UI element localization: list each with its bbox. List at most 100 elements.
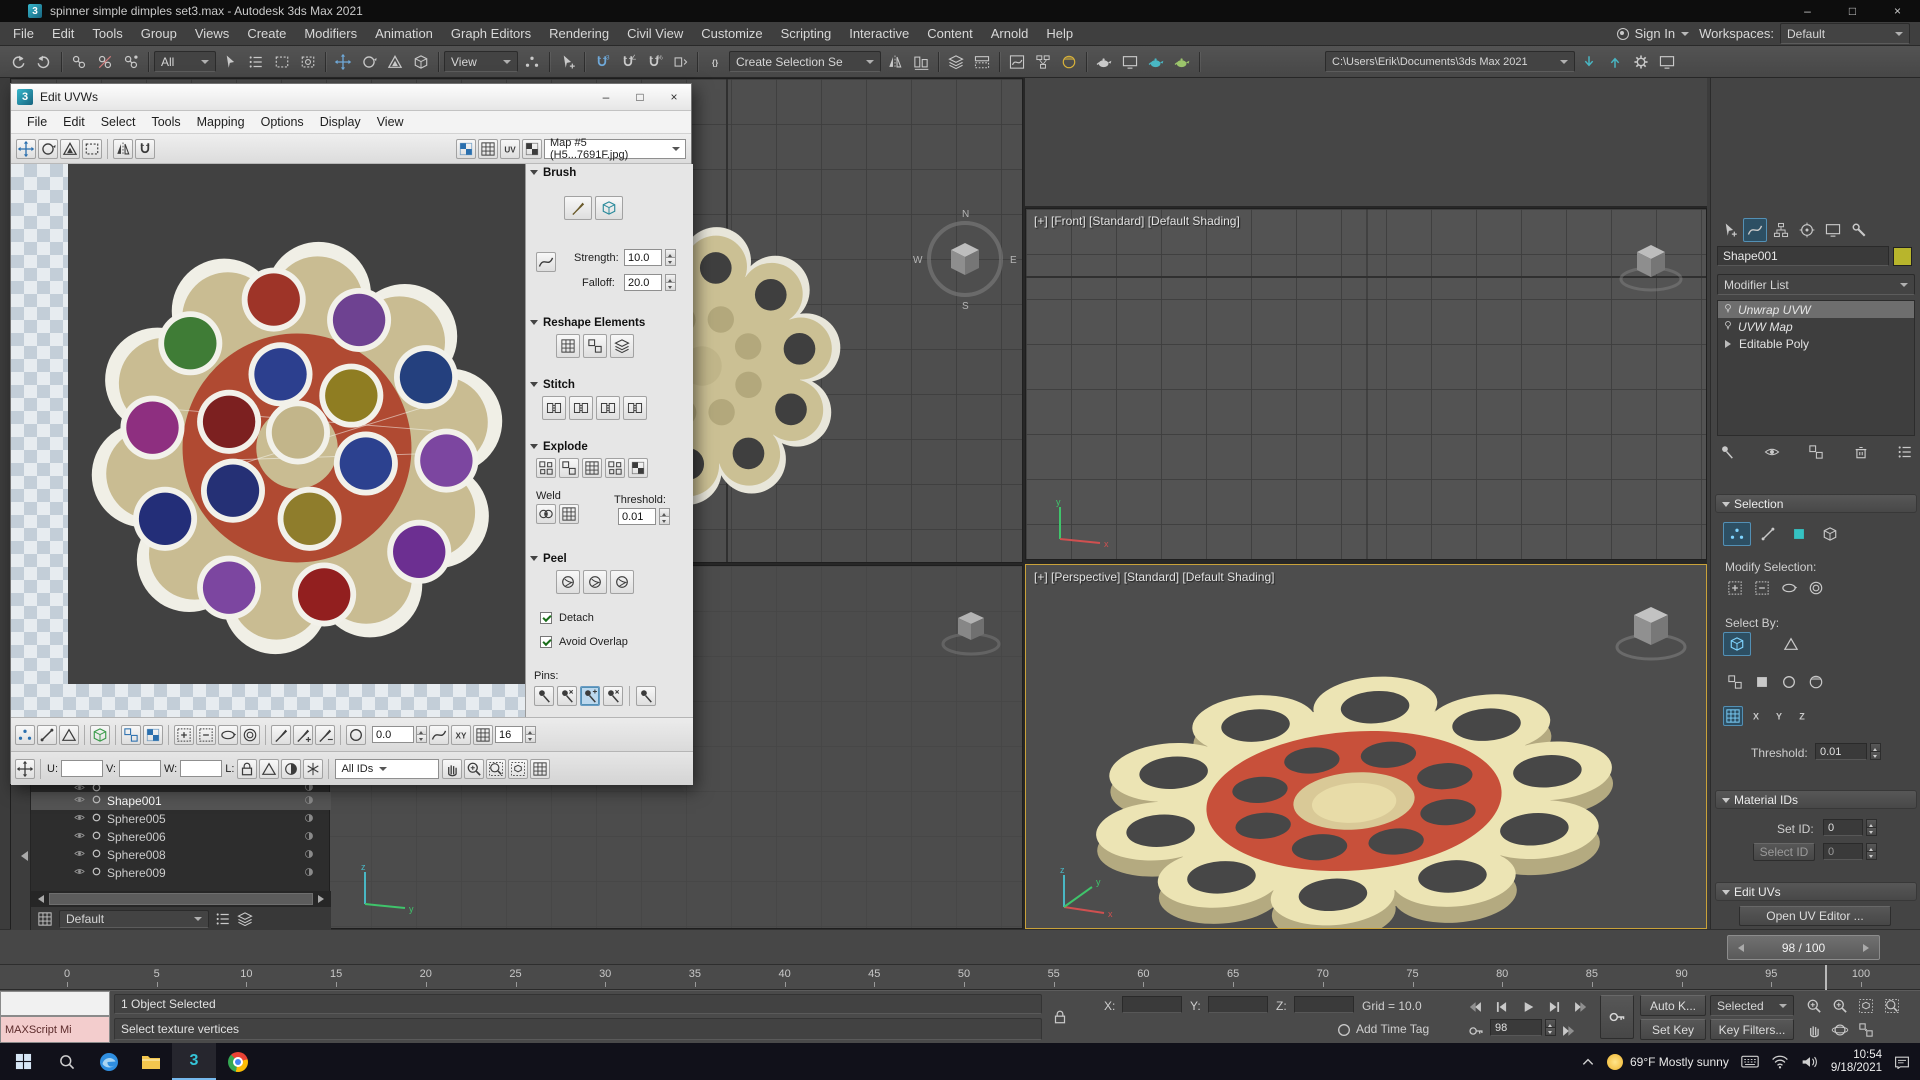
collapse-arrow-icon[interactable] xyxy=(16,851,28,861)
uv-scale-icon[interactable] xyxy=(60,138,80,159)
visibility-eye-icon[interactable] xyxy=(73,793,86,809)
select-by-map-icon[interactable] xyxy=(1804,670,1828,694)
menu-item-tools[interactable]: Tools xyxy=(83,22,131,45)
falloff-value-spinner[interactable] xyxy=(416,726,427,743)
menu-item-content[interactable]: Content xyxy=(918,22,982,45)
zoom-region-icon[interactable] xyxy=(486,758,507,779)
planar-angle-toggle-icon[interactable] xyxy=(1777,632,1805,656)
grid-size-field[interactable]: 16 xyxy=(495,726,523,743)
explode-section-title[interactable]: Explode xyxy=(543,441,588,453)
lock-selected-icon[interactable] xyxy=(237,758,258,779)
uv-texture-map[interactable] xyxy=(11,164,526,717)
visibility-eye-icon[interactable] xyxy=(73,829,86,845)
mirror-icon[interactable] xyxy=(883,50,907,74)
stitch-average-icon[interactable] xyxy=(569,396,593,420)
select-manipulate-icon[interactable] xyxy=(555,50,579,74)
menu-item-views[interactable]: Views xyxy=(186,22,238,45)
render-toggle-icon[interactable] xyxy=(303,848,315,863)
render-toggle-icon[interactable] xyxy=(303,866,315,881)
curve-editor-icon[interactable] xyxy=(1005,50,1029,74)
orbit-button[interactable] xyxy=(1828,1018,1852,1042)
render-toggle-icon[interactable] xyxy=(303,794,315,809)
stitch-target-icon[interactable] xyxy=(623,396,647,420)
detach-checkbox[interactable] xyxy=(540,612,552,624)
viewport-front[interactable]: [+] [Front] [Standard] [Default Shading]… xyxy=(1025,208,1707,560)
viewport-perspective[interactable]: [+] [Perspective] [Standard] [Default Sh… xyxy=(1025,564,1707,929)
polygon-subobject-icon[interactable] xyxy=(1785,522,1813,546)
unpin-tool-icon[interactable] xyxy=(557,686,577,706)
add-time-tag-label[interactable]: Add Time Tag xyxy=(1356,1022,1429,1036)
tab-motion[interactable] xyxy=(1795,218,1819,242)
render-toggle-icon[interactable] xyxy=(303,785,315,792)
tab-utilities[interactable] xyxy=(1847,218,1871,242)
select-object-icon[interactable] xyxy=(218,50,242,74)
scroll-left-button[interactable] xyxy=(31,892,47,906)
minimize-button[interactable]: – xyxy=(1785,0,1830,22)
pan-button[interactable] xyxy=(1802,1018,1826,1042)
pan-view-icon[interactable] xyxy=(442,758,463,779)
u-field[interactable] xyxy=(61,760,103,777)
menu-item-modifiers[interactable]: Modifiers xyxy=(295,22,366,45)
render-production-icon[interactable] xyxy=(1144,50,1168,74)
configure-modifier-sets-icon[interactable] xyxy=(1895,442,1915,462)
texture-checker-icon[interactable] xyxy=(522,138,542,159)
edit-named-selections-icon[interactable]: {} xyxy=(703,50,727,74)
map-select[interactable]: Map #5 (H5...7691F.jpg) xyxy=(544,137,686,161)
snap-grid-icon[interactable] xyxy=(530,758,551,779)
edge-subobject-icon[interactable] xyxy=(1754,522,1782,546)
hide-selected-icon[interactable] xyxy=(281,758,302,779)
compass-north[interactable]: N xyxy=(962,209,969,220)
render-toggle-icon[interactable] xyxy=(303,812,315,827)
current-frame-field[interactable]: 98 xyxy=(1490,1019,1542,1036)
peel-section-title[interactable]: Peel xyxy=(543,553,567,565)
menu-item-graph-editors[interactable]: Graph Editors xyxy=(442,22,540,45)
uvw-menu-view[interactable]: View xyxy=(369,115,412,129)
paint-select-add-icon[interactable] xyxy=(293,724,313,745)
uvw-menu-file[interactable]: File xyxy=(19,115,55,129)
z-coordinate-field[interactable] xyxy=(1294,996,1354,1013)
search-button[interactable] xyxy=(46,1043,88,1080)
touch-keyboard-icon[interactable] xyxy=(1741,1055,1759,1069)
target-weld-icon[interactable] xyxy=(559,504,579,524)
zoom-view-icon[interactable] xyxy=(464,758,485,779)
compass-south[interactable]: S xyxy=(962,301,969,312)
minimize-button[interactable]: – xyxy=(589,84,623,110)
grow-selection-icon[interactable] xyxy=(1723,576,1747,600)
menu-item-arnold[interactable]: Arnold xyxy=(982,22,1038,45)
show-map-toggle-icon[interactable] xyxy=(456,138,476,159)
rect-region-icon[interactable] xyxy=(270,50,294,74)
threshold-field[interactable]: 0.01 xyxy=(1815,743,1867,760)
x-coordinate-field[interactable] xyxy=(1122,996,1182,1013)
uv-freeform-icon[interactable] xyxy=(82,138,102,159)
relax-until-flat-icon[interactable] xyxy=(583,334,607,358)
edge-loop-icon[interactable] xyxy=(1777,576,1801,600)
zoom-region-button[interactable] xyxy=(1880,994,1904,1018)
render-toggle-icon[interactable] xyxy=(303,830,315,845)
scroll-right-button[interactable] xyxy=(315,892,331,906)
make-unique-icon[interactable] xyxy=(1806,442,1826,462)
tab-modify[interactable] xyxy=(1743,218,1767,242)
uvw-menu-display[interactable]: Display xyxy=(312,115,369,129)
play-button[interactable] xyxy=(1516,995,1540,1019)
toggle-ribbon-icon[interactable] xyxy=(970,50,994,74)
grow-uv-selection-icon[interactable] xyxy=(174,724,194,745)
uv-move-icon[interactable] xyxy=(16,138,36,159)
select-by-element-toggle-icon[interactable] xyxy=(1723,632,1751,656)
clock-widget[interactable]: 10:54 9/18/2021 xyxy=(1831,1049,1882,1075)
scene-object-row[interactable]: Sphere009 xyxy=(31,864,331,882)
uvw-menu-options[interactable]: Options xyxy=(253,115,312,129)
brush-falloff-curve-icon[interactable] xyxy=(536,252,556,272)
frame-spinner[interactable] xyxy=(1545,1019,1556,1036)
y-coordinate-field[interactable] xyxy=(1208,996,1268,1013)
falloff-curve-icon[interactable] xyxy=(429,724,449,745)
uvw-menu-edit[interactable]: Edit xyxy=(55,115,93,129)
viewport-label[interactable]: [+] [Perspective] [Standard] [Default Sh… xyxy=(1034,570,1274,584)
maximize-button[interactable]: □ xyxy=(1830,0,1875,22)
time-slider-track[interactable]: 98 / 100 xyxy=(0,929,1920,965)
stitch-custom-icon[interactable] xyxy=(542,396,566,420)
menu-item-create[interactable]: Create xyxy=(238,22,295,45)
flatten-by-angle-icon[interactable] xyxy=(605,458,625,478)
close-button[interactable]: × xyxy=(1875,0,1920,22)
material-editor-icon[interactable] xyxy=(1057,50,1081,74)
visibility-eye-icon[interactable] xyxy=(73,811,86,827)
